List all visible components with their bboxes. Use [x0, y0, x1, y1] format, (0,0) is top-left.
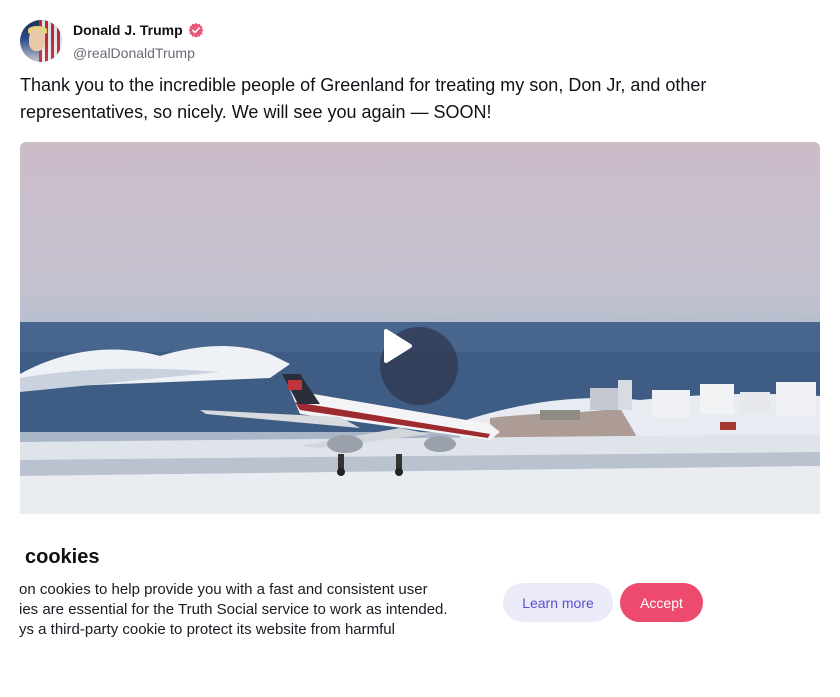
cookie-banner-text: on cookies to help provide you with a fa… — [19, 580, 479, 640]
play-button[interactable] — [380, 327, 458, 405]
verified-badge-icon — [188, 22, 204, 38]
author-name[interactable]: Donald J. Trump — [73, 22, 183, 38]
cookie-text-line: ies are essential for the Truth Social s… — [19, 601, 448, 618]
learn-more-button[interactable]: Learn more — [503, 583, 613, 622]
video-thumbnail[interactable] — [20, 142, 820, 514]
author-avatar[interactable] — [20, 20, 62, 62]
cookie-banner-title: cookies — [25, 546, 100, 568]
avatar-face — [29, 29, 45, 51]
author-handle[interactable]: @realDonaldTrump — [73, 45, 195, 61]
post-text: Thank you to the incredible people of Gr… — [20, 75, 707, 122]
cookie-text-line: on cookies to help provide you with a fa… — [19, 581, 428, 598]
accept-cookies-button[interactable]: Accept — [620, 583, 703, 622]
author-name-row[interactable]: Donald J. Trump — [73, 22, 204, 38]
play-icon — [384, 329, 412, 363]
cookie-text-line: ys a third-party cookie to protect its w… — [19, 621, 395, 638]
